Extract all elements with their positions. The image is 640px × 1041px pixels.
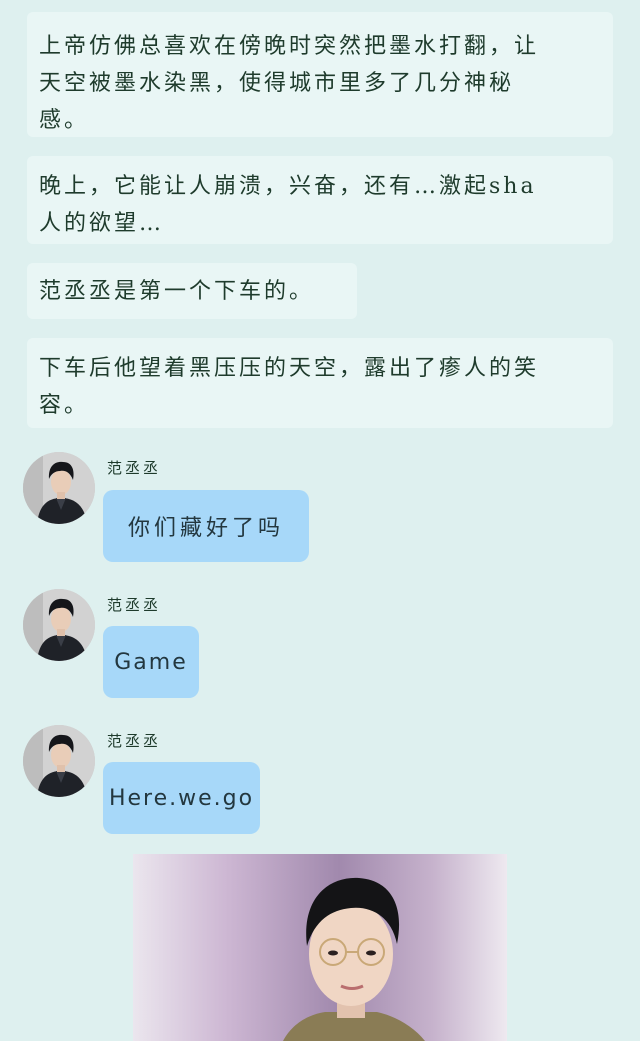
narration-line: 下车后他望着黑压压的天空，露出了瘆人的笑: [39, 356, 540, 381]
narration-line: 感。: [39, 108, 90, 133]
narration-line: 上帝仿佛总喜欢在傍晚时突然把墨水打翻，让: [39, 34, 540, 59]
message-bubble[interactable]: Here.we.go: [103, 762, 260, 834]
portrait-photo: [133, 854, 507, 1041]
narration-box: 下车后他望着黑压压的天空，露出了瘆人的笑 容。: [27, 338, 613, 428]
narration-line: 天空被墨水染黑，使得城市里多了几分神秘: [39, 71, 515, 96]
sender-name: 范丞丞: [107, 596, 162, 614]
narration-line: 范丞丞是第一个下车的。: [39, 279, 315, 304]
sender-name: 范丞丞: [107, 459, 162, 477]
message-bubble[interactable]: Game: [103, 626, 199, 698]
avatar[interactable]: [23, 725, 95, 797]
narration-box: 范丞丞是第一个下车的。: [27, 263, 357, 319]
sender-name: 范丞丞: [107, 732, 162, 750]
message-bubble[interactable]: 你们藏好了吗: [103, 490, 309, 562]
narration-box: 上帝仿佛总喜欢在傍晚时突然把墨水打翻，让 天空被墨水染黑，使得城市里多了几分神秘…: [27, 12, 613, 137]
avatar[interactable]: [23, 589, 95, 661]
narration-box: 晚上，它能让人崩溃，兴奋，还有…激起sha 人的欲望…: [27, 156, 613, 244]
narration-line: 容。: [39, 393, 90, 418]
avatar[interactable]: [23, 452, 95, 524]
narration-line: 晚上，它能让人崩溃，兴奋，还有…激起sha: [39, 174, 537, 199]
narration-line: 人的欲望…: [39, 211, 165, 236]
